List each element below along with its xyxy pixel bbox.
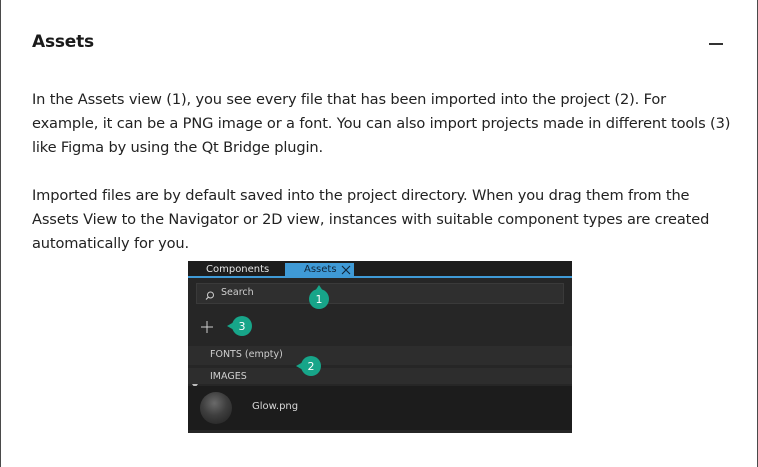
tab-bar: Components Assets xyxy=(188,261,572,278)
tab-underline xyxy=(188,276,572,278)
asset-name: Glow.png xyxy=(252,401,299,412)
intro-paragraph: In the Assets view (1), you see every fi… xyxy=(32,91,731,156)
asset-item[interactable]: Glow.png xyxy=(188,386,572,430)
callout-1-label: 1 xyxy=(316,293,323,306)
search-field[interactable]: Search xyxy=(196,283,564,304)
page-frame: Assets In the Assets view (1), you see e… xyxy=(0,0,758,467)
close-icon[interactable] xyxy=(341,263,351,277)
assets-view-screenshot: Components Assets Search FONTS (empty) I… xyxy=(188,261,572,433)
search-placeholder: Search xyxy=(221,287,254,298)
fonts-section-label: FONTS (empty) xyxy=(210,349,283,360)
callout-3-label: 3 xyxy=(239,320,246,333)
callout-2-icon: 2 xyxy=(296,356,321,376)
detail-paragraph: Imported files are by default saved into… xyxy=(32,187,710,252)
tab-assets-label: Assets xyxy=(304,264,337,275)
expand-triangle-icon[interactable] xyxy=(192,374,198,388)
minus-icon[interactable] xyxy=(708,43,724,45)
callout-3-icon: 3 xyxy=(227,316,252,336)
fonts-section[interactable]: FONTS (empty) xyxy=(188,346,572,365)
callout-2-label: 2 xyxy=(308,360,315,373)
callout-1-icon: 1 xyxy=(309,285,329,309)
plus-icon[interactable] xyxy=(200,319,214,333)
asset-thumbnail xyxy=(200,392,232,424)
search-icon xyxy=(204,287,216,300)
images-section-label: IMAGES xyxy=(210,371,247,382)
images-section[interactable]: IMAGES xyxy=(188,368,572,388)
section-header[interactable]: Assets xyxy=(32,32,724,56)
tab-assets[interactable]: Assets xyxy=(285,263,354,277)
section-title: Assets xyxy=(32,32,94,52)
tab-components[interactable]: Components xyxy=(206,263,269,277)
